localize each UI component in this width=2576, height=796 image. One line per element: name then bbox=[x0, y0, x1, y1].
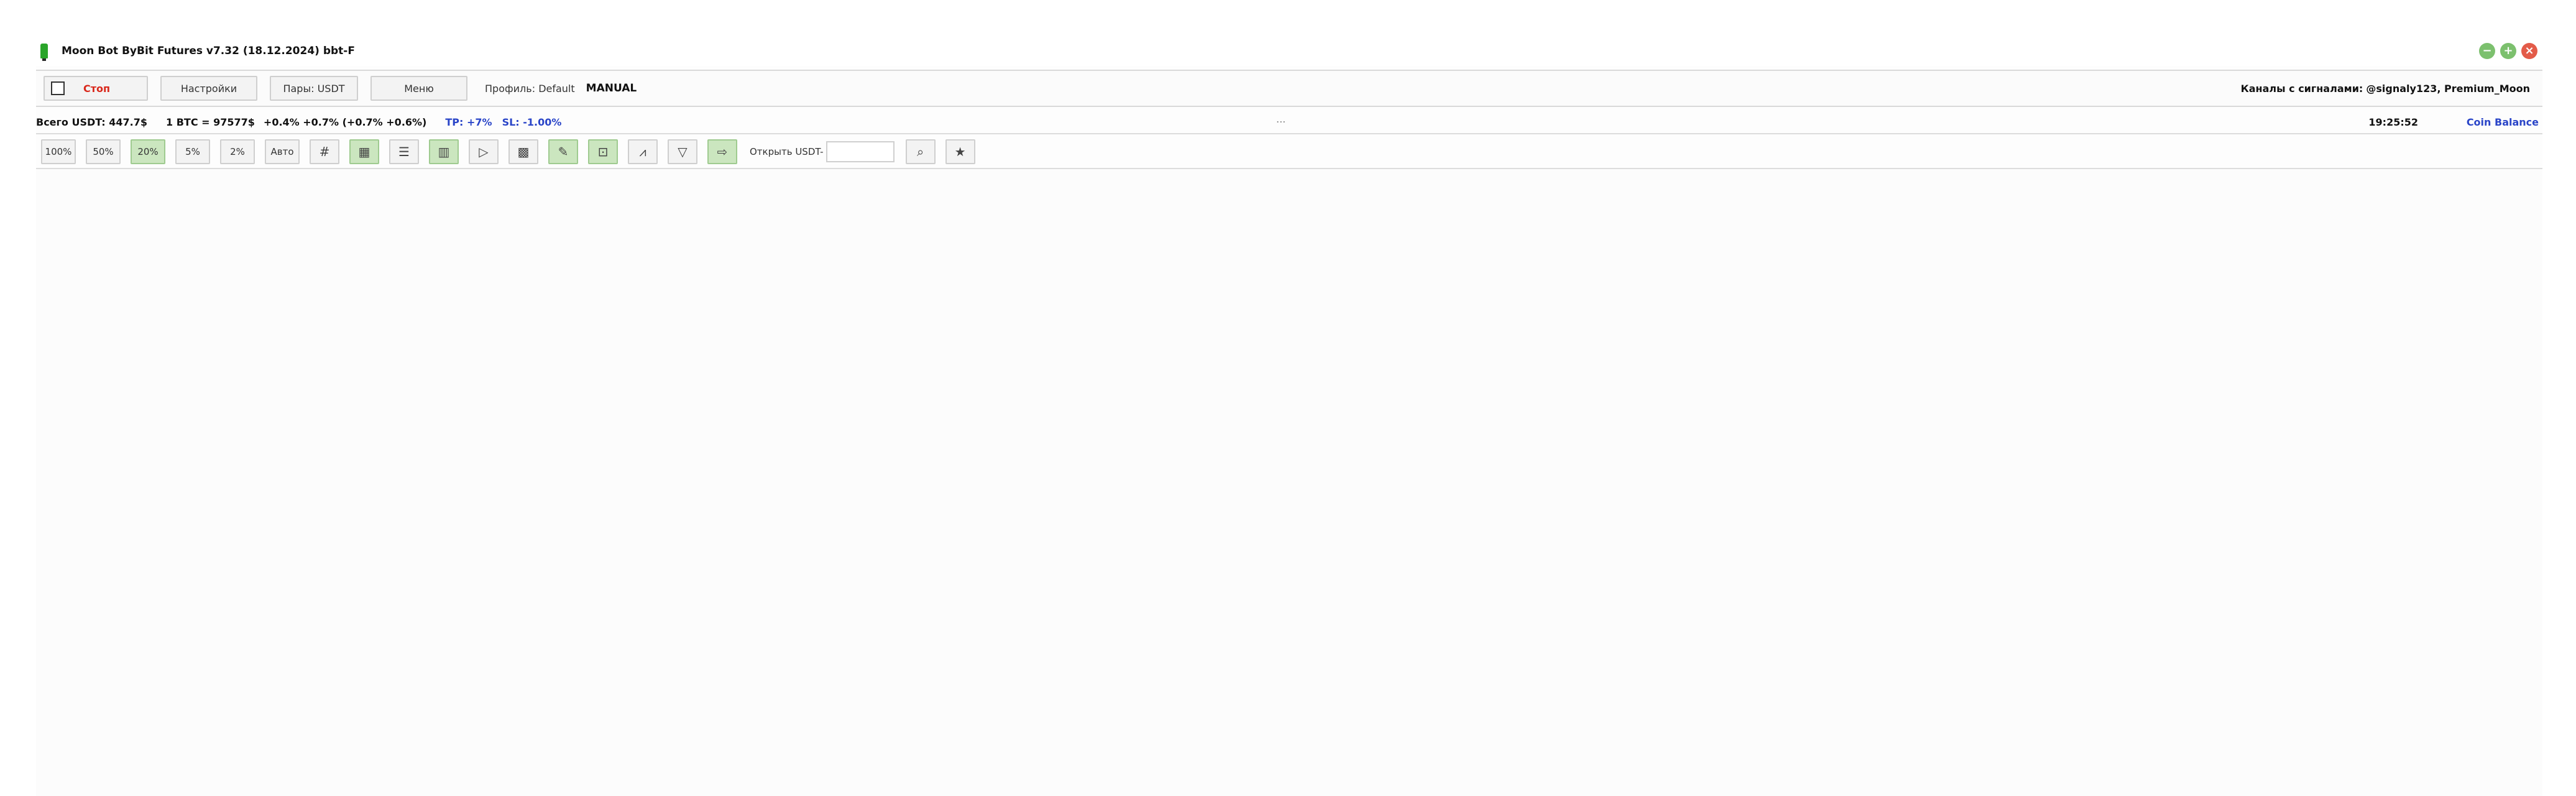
btc-price: 1 BTC = 97577$ bbox=[166, 116, 255, 128]
percent-20-button[interactable]: 20% bbox=[131, 139, 165, 164]
open-usdt-input[interactable] bbox=[826, 141, 895, 162]
list-button[interactable]: ☰ bbox=[389, 139, 419, 164]
window-title: Moon Bot ByBit Futures v7.32 (18.12.2024… bbox=[62, 45, 355, 57]
grid-icon: ▦ bbox=[358, 144, 370, 159]
settings-button[interactable]: Настройки bbox=[160, 76, 257, 101]
minimize-button[interactable]: − bbox=[2479, 43, 2495, 59]
maximize-button[interactable]: + bbox=[2500, 43, 2516, 59]
arrow-right-icon: ⇨ bbox=[717, 144, 728, 159]
hash-icon: # bbox=[319, 144, 330, 159]
auto-button[interactable]: Авто bbox=[265, 139, 300, 164]
percent-2-button[interactable]: 2% bbox=[220, 139, 255, 164]
checkered-icon: ▩ bbox=[517, 144, 530, 159]
filter-icon: ▽ bbox=[678, 144, 688, 159]
chart-bracket-button[interactable]: ⊡ bbox=[588, 139, 618, 164]
clock: 19:25:52 bbox=[2368, 116, 2418, 128]
bar-chart-icon: ▥ bbox=[438, 144, 450, 159]
signal-channels: Каналы с сигналами: @signaly123, Premium… bbox=[2241, 83, 2530, 95]
stop-button[interactable]: Стоп bbox=[44, 76, 148, 101]
titlebar: Moon Bot ByBit Futures v7.32 (18.12.2024… bbox=[36, 36, 2542, 66]
search-button[interactable]: ⌕ bbox=[905, 139, 936, 164]
profile-mode: MANUAL bbox=[586, 82, 637, 95]
open-usdt-label: Открыть USDT- bbox=[750, 146, 824, 157]
flag-button[interactable]: ▷ bbox=[469, 139, 499, 164]
favorites-button[interactable]: ★ bbox=[945, 139, 975, 164]
total-balance: Всего USDT: 447.7$ bbox=[36, 116, 147, 128]
order-toolbar: 100% 50% 20% 5% 2% Авто # ▦ ☰ ▥ ▷ ▩ ✎ ⊡ … bbox=[36, 136, 2542, 169]
percent-50-button[interactable]: 50% bbox=[86, 139, 121, 164]
close-icon: × bbox=[2524, 44, 2534, 57]
arrow-right-button[interactable]: ⇨ bbox=[707, 139, 737, 164]
grid-button[interactable]: ▦ bbox=[349, 139, 379, 164]
coin-balance-link[interactable]: Coin Balance bbox=[2467, 116, 2539, 128]
pairs-button[interactable]: Пары: USDT bbox=[270, 76, 358, 101]
main-toolbar: Стоп Настройки Пары: USDT Меню Профиль: … bbox=[36, 70, 2542, 107]
star-icon: ★ bbox=[954, 144, 966, 159]
line-chart-icon: ⩘ bbox=[639, 144, 646, 159]
menu-button[interactable]: Меню bbox=[370, 76, 467, 101]
pencil-button[interactable]: ✎ bbox=[548, 139, 578, 164]
main-content-area bbox=[36, 169, 2542, 796]
search-icon: ⌕ bbox=[916, 144, 924, 159]
channels-value: @signaly123, Premium_Moon bbox=[2366, 82, 2530, 95]
window-controls: − + × bbox=[2479, 43, 2537, 59]
moonbot-app-icon bbox=[40, 44, 48, 61]
pencil-icon: ✎ bbox=[558, 144, 569, 159]
list-icon: ☰ bbox=[398, 144, 410, 159]
stop-loss: SL: -1.00% bbox=[502, 116, 562, 128]
percent-5-button[interactable]: 5% bbox=[175, 139, 210, 164]
bar-chart-button[interactable]: ▥ bbox=[429, 139, 459, 164]
price-changes: +0.4% +0.7% (+0.7% +0.6%) bbox=[263, 116, 427, 128]
checkered-button[interactable]: ▩ bbox=[508, 139, 538, 164]
line-chart-button[interactable]: ⩘ bbox=[628, 139, 658, 164]
info-bar: Всего USDT: 447.7$ 1 BTC = 97577$ +0.4% … bbox=[36, 111, 2542, 134]
profile-selector[interactable]: Профиль: Default bbox=[485, 83, 575, 95]
splitter-handle[interactable]: ... bbox=[1276, 113, 1286, 125]
channels-label: Каналы с сигналами: bbox=[2240, 82, 2363, 95]
maximize-icon: + bbox=[2503, 44, 2513, 57]
percent-100-button[interactable]: 100% bbox=[41, 139, 76, 164]
hash-button[interactable]: # bbox=[310, 139, 339, 164]
filter-button[interactable]: ▽ bbox=[668, 139, 697, 164]
app-window: Moon Bot ByBit Futures v7.32 (18.12.2024… bbox=[36, 36, 2542, 796]
close-button[interactable]: × bbox=[2521, 43, 2537, 59]
flag-icon: ▷ bbox=[479, 144, 489, 159]
chart-bracket-icon: ⊡ bbox=[597, 144, 609, 159]
stop-label: Стоп bbox=[83, 82, 111, 95]
minimize-icon: − bbox=[2482, 44, 2492, 57]
stop-checkbox[interactable] bbox=[51, 81, 65, 95]
take-profit: TP: +7% bbox=[445, 116, 492, 128]
